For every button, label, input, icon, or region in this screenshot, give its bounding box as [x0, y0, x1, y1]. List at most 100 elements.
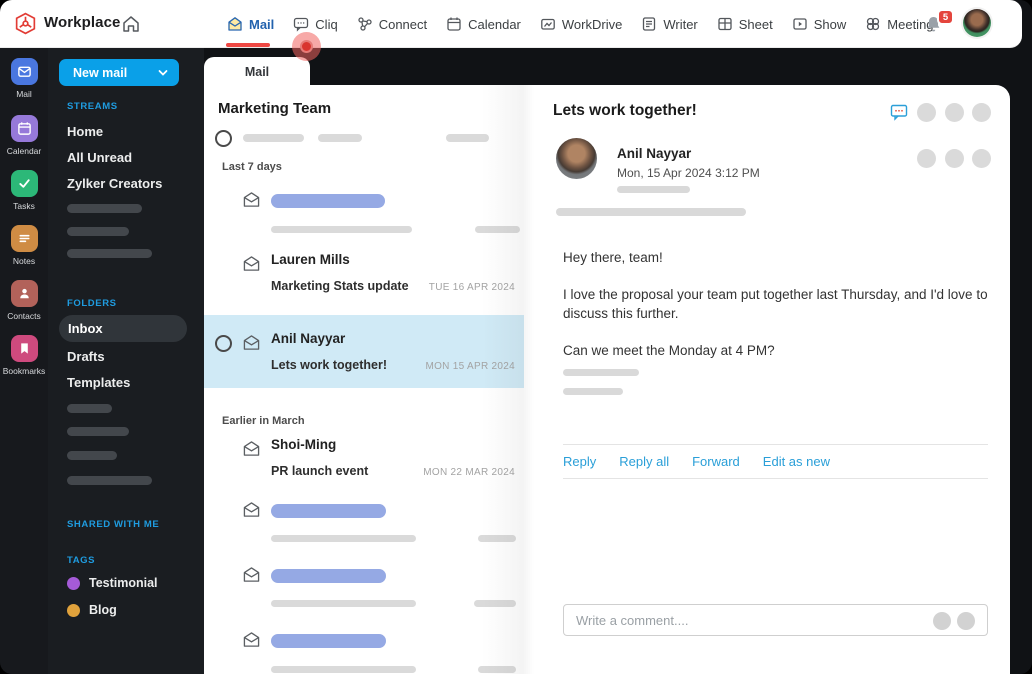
toolbar-button-placeholder[interactable]	[945, 103, 964, 122]
rail-item-calendar[interactable]: Calendar	[0, 115, 48, 156]
tags-section-label: TAGS	[67, 555, 96, 566]
tag-item-testimonial[interactable]: Testimonial	[67, 576, 158, 590]
envelope-icon	[243, 502, 260, 517]
comment-button-placeholder[interactable]	[957, 612, 975, 630]
message-action-placeholder[interactable]	[972, 149, 991, 168]
rail-item-mail[interactable]: Mail	[0, 58, 48, 99]
cliq-icon	[294, 17, 309, 32]
sidebar-item-zylker-creators[interactable]: Zylker Creators	[67, 176, 162, 191]
edit-as-new-link[interactable]: Edit as new	[763, 454, 830, 469]
envelope-icon	[243, 256, 260, 271]
nav-item-calendar[interactable]: Calendar	[446, 16, 521, 32]
mail-sidebar: New mail STREAMS Home All Unread Zylker …	[48, 48, 204, 674]
message-action-placeholder[interactable]	[945, 149, 964, 168]
select-all-checkbox[interactable]	[215, 130, 232, 147]
comments-icon[interactable]	[890, 103, 908, 121]
rail-item-notes[interactable]: Notes	[0, 225, 48, 266]
placeholder-date-bar	[478, 666, 516, 673]
sender-name: Anil Nayyar	[617, 146, 692, 161]
placeholder-sender-bar	[271, 634, 386, 648]
mail-icon	[228, 17, 242, 31]
person-icon	[19, 288, 29, 299]
list-title: Marketing Team	[218, 100, 332, 117]
home-icon[interactable]	[121, 14, 141, 34]
sidebar-item-all-unread[interactable]: All Unread	[67, 150, 132, 165]
sheet-icon	[718, 17, 732, 31]
envelope-icon	[243, 567, 260, 582]
message-action-placeholder[interactable]	[917, 149, 936, 168]
sidebar-item-drafts[interactable]: Drafts	[67, 349, 105, 364]
nav-item-meeting[interactable]: Meeting	[865, 16, 934, 32]
folders-section-label: FOLDERS	[67, 298, 117, 309]
streams-section-label: STREAMS	[67, 101, 118, 112]
placeholder-sender-bar	[271, 194, 385, 208]
placeholder-bar	[67, 249, 152, 258]
placeholder-bar	[318, 134, 362, 142]
bookmark-icon	[20, 343, 28, 354]
nav-item-mail[interactable]: Mail	[225, 16, 274, 47]
sidebar-item-home[interactable]: Home	[67, 124, 103, 139]
placeholder-bar	[67, 476, 152, 485]
calendar-icon	[447, 17, 461, 31]
sender-avatar[interactable]	[556, 138, 597, 179]
placeholder-date-bar	[478, 535, 516, 542]
body-paragraph: Can we meet the Monday at 4 PM?	[563, 342, 775, 358]
reply-all-link[interactable]: Reply all	[619, 454, 669, 469]
placeholder-bar	[446, 134, 489, 142]
placeholder-bar	[67, 227, 129, 236]
mail-row-anil-nayyar-selected[interactable]: Anil Nayyar Lets work together! MON 15 A…	[204, 315, 524, 388]
placeholder-subject-bar	[271, 600, 416, 607]
forward-link[interactable]: Forward	[692, 454, 740, 469]
nav-item-sheet[interactable]: Sheet	[717, 16, 773, 32]
tag-color-dot	[67, 576, 80, 590]
nav-item-cliq[interactable]: Cliq	[293, 16, 338, 32]
nav-item-connect[interactable]: Connect	[357, 16, 427, 32]
placeholder-signature-bar	[563, 388, 623, 395]
rail-item-bookmarks[interactable]: Bookmarks	[0, 335, 48, 376]
app-rail: Mail Calendar Tasks Notes Contacts Bookm…	[0, 48, 48, 674]
comment-input[interactable]	[576, 605, 876, 635]
nav-item-workdrive[interactable]: WorkDrive	[540, 16, 622, 32]
rail-item-contacts[interactable]: Contacts	[0, 280, 48, 321]
placeholder-bar	[243, 134, 304, 142]
calendar-icon	[17, 122, 31, 135]
placeholder-date-bar	[474, 600, 516, 607]
nav-item-show[interactable]: Show	[792, 16, 846, 32]
placeholder-sender-bar	[271, 569, 386, 583]
shared-section-label[interactable]: SHARED WITH ME	[67, 519, 159, 530]
divider	[563, 478, 988, 479]
tag-item-blog[interactable]: Blog	[67, 603, 117, 617]
envelope-icon	[243, 192, 260, 207]
connect-icon	[358, 17, 372, 31]
reading-pane: Lets work together! Anil Nayyar Mon, 15 …	[524, 85, 1010, 674]
placeholder-bar	[67, 404, 112, 413]
show-icon	[793, 18, 807, 30]
reply-link[interactable]: Reply	[563, 454, 596, 469]
placeholder-bar	[67, 451, 117, 460]
writer-icon	[643, 17, 656, 31]
user-avatar[interactable]	[963, 9, 991, 37]
rail-item-tasks[interactable]: Tasks	[0, 170, 48, 211]
sidebar-item-templates[interactable]: Templates	[67, 375, 130, 390]
app-window: Workplace Mail Cliq Connect Calendar Wor…	[0, 0, 1032, 674]
nav-item-writer[interactable]: Writer	[641, 16, 698, 32]
tab-mail[interactable]: Mail	[204, 57, 310, 86]
new-mail-button[interactable]: New mail	[59, 59, 179, 86]
row-checkbox[interactable]	[215, 335, 232, 352]
body-paragraph: Hey there, team!	[563, 250, 663, 265]
sidebar-item-inbox[interactable]: Inbox	[59, 315, 187, 342]
email-subject: Lets work together!	[553, 102, 697, 119]
brand-name: Workplace	[44, 14, 121, 31]
mail-list-panel: Marketing Team Last 7 days Lauren Mills …	[204, 85, 524, 674]
envelope-icon	[243, 441, 260, 456]
email-body: Hey there, team! I love the proposal you…	[563, 248, 999, 377]
comment-button-placeholder[interactable]	[933, 612, 951, 630]
coachmark-pulse-dot[interactable]	[292, 32, 321, 61]
placeholder-bar	[67, 204, 142, 213]
toolbar-button-placeholder[interactable]	[972, 103, 991, 122]
meeting-icon	[867, 17, 880, 31]
comment-input-container	[563, 604, 988, 636]
toolbar-button-placeholder[interactable]	[917, 103, 936, 122]
placeholder-subject-bar	[271, 666, 416, 673]
app-switcher: Mail Cliq Connect Calendar WorkDrive Wri…	[225, 0, 934, 48]
